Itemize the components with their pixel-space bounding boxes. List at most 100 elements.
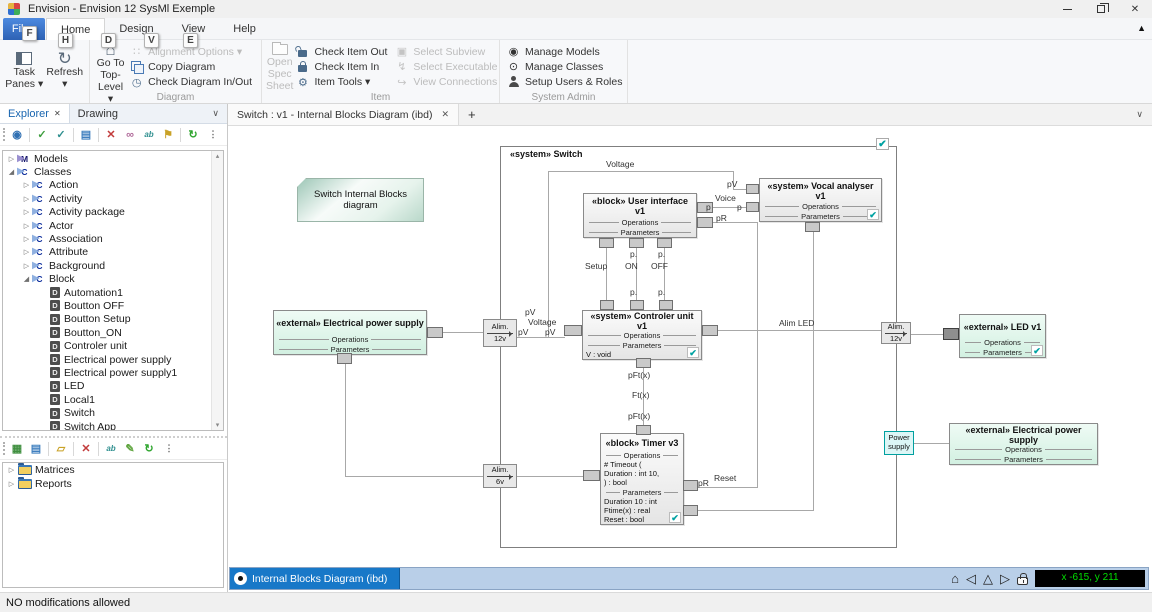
port[interactable]	[583, 470, 600, 481]
connector-line[interactable]	[517, 476, 584, 477]
connector-line[interactable]	[911, 334, 944, 335]
port[interactable]	[337, 353, 352, 364]
tree-item-activity-package[interactable]: ▷CActivity package	[3, 206, 211, 219]
open-icon[interactable]: ▱	[53, 441, 69, 457]
block-user-interface[interactable]: «block» User interface v1OperationsParam…	[583, 193, 697, 238]
lock-icon[interactable]	[1017, 577, 1028, 585]
tab-help[interactable]: Help	[219, 18, 270, 40]
tab-drawing[interactable]: Drawing	[70, 104, 126, 123]
port[interactable]	[702, 325, 718, 336]
tree-item-electrical-power-supply[interactable]: DElectrical power supply	[3, 353, 211, 366]
block-electrical-power-supply-left[interactable]: «external» Electrical power supplyOperat…	[273, 310, 427, 355]
expander-icon[interactable]: ▷	[21, 235, 32, 243]
port[interactable]	[600, 300, 614, 310]
connector-line[interactable]	[813, 232, 814, 511]
more-icon[interactable]: ⋮	[161, 441, 177, 457]
close-button[interactable]: ✕	[1118, 0, 1152, 18]
new-tab-button[interactable]: +	[468, 107, 476, 122]
connector-line[interactable]	[548, 171, 734, 172]
port[interactable]	[805, 222, 820, 232]
close-icon[interactable]: ✕	[441, 109, 449, 120]
delete-icon[interactable]: ✕	[103, 127, 119, 143]
port[interactable]	[657, 238, 672, 248]
tree-item-led[interactable]: DLED	[3, 380, 211, 393]
minimize-button[interactable]	[1050, 0, 1084, 18]
tree-item-electrical-power-supply1[interactable]: DElectrical power supply1	[3, 366, 211, 379]
port[interactable]	[599, 238, 614, 248]
tree-item-boutton-on[interactable]: DBoutton_ON	[3, 326, 211, 339]
tree-item-boutton-setup[interactable]: DBoutton Setup	[3, 313, 211, 326]
tree-item-matrices[interactable]: ▷Matrices	[3, 463, 223, 477]
expander-icon[interactable]: ▷	[21, 222, 32, 230]
expander-icon[interactable]: ◢	[6, 168, 17, 176]
link-icon[interactable]: ∞	[122, 127, 138, 143]
scroll-down-icon[interactable]: ▾	[216, 421, 220, 429]
port[interactable]	[630, 300, 644, 310]
block-vocal-analyser[interactable]: «system» Vocal analyser v1OperationsPara…	[759, 178, 882, 222]
check-diagram-in-out-button[interactable]: ◷ Check Diagram In/Out	[127, 75, 257, 90]
tree-item-controler-unit[interactable]: DControler unit	[3, 339, 211, 352]
tree-scrollbar[interactable]: ▴ ▾	[211, 151, 223, 430]
go-to-top-level-button[interactable]: ⌂ Go To Top-Level ▾	[94, 42, 127, 90]
chevron-down-icon[interactable]: ∨	[1136, 109, 1152, 120]
up-nav-icon[interactable]: △	[983, 572, 993, 585]
connector-line[interactable]	[718, 330, 882, 331]
copy-diagram-button[interactable]: Copy Diagram	[127, 59, 257, 74]
setup-users-roles-button[interactable]: Setup Users & Roles	[504, 75, 627, 90]
tree-item-reports[interactable]: ▷Reports	[3, 477, 223, 491]
connector-line[interactable]	[698, 510, 814, 511]
close-icon[interactable]: ✕	[54, 109, 61, 118]
search-icon[interactable]: ⚑	[160, 127, 176, 143]
edit-icon[interactable]: ✎	[122, 441, 138, 457]
port[interactable]	[629, 238, 644, 248]
port[interactable]	[746, 184, 759, 194]
tab-home[interactable]: Home	[46, 18, 105, 40]
tree-item-switch[interactable]: DSwitch	[3, 406, 211, 419]
tree-item-attribute[interactable]: ▷CAttribute	[3, 246, 211, 259]
rename-icon[interactable]: ab	[141, 127, 157, 143]
tree-item-action[interactable]: ▷CAction	[3, 179, 211, 192]
check-item-out-button[interactable]: Check Item Out	[293, 44, 392, 59]
port[interactable]	[683, 480, 698, 491]
expander-icon[interactable]: ▷	[21, 181, 32, 189]
block-timer[interactable]: «block» Timer v3Operations# Timeout (Dur…	[600, 433, 684, 525]
port[interactable]	[943, 328, 959, 340]
tree-item-classes[interactable]: ◢CClasses	[3, 165, 211, 178]
refresh-icon[interactable]: ↻	[185, 127, 201, 143]
expander-icon[interactable]: ▷	[6, 155, 17, 163]
boundary-port-alim-12v-left[interactable]: Alim.12v	[483, 319, 517, 347]
home-nav-icon[interactable]: ⌂	[951, 572, 959, 585]
tree-item-block[interactable]: ◢CBlock	[3, 273, 211, 286]
tree-item-association[interactable]: ▷CAssociation	[3, 232, 211, 245]
port[interactable]	[697, 217, 713, 228]
connector-line[interactable]	[443, 332, 484, 333]
expander-icon[interactable]: ▷	[21, 195, 32, 203]
more-icon[interactable]: ⋮	[205, 127, 221, 143]
refresh-icon[interactable]: ↻	[141, 441, 157, 457]
spec-sheet-icon[interactable]: ▤	[78, 127, 94, 143]
forward-nav-icon[interactable]: ▷	[1000, 572, 1010, 585]
check-item-in-button[interactable]: Check Item In	[293, 59, 392, 74]
connector-line[interactable]	[733, 189, 747, 190]
tree-item-switch-app[interactable]: DSwitch App	[3, 420, 211, 431]
expander-icon[interactable]: ◢	[21, 275, 32, 283]
diagram-canvas[interactable]: «system» Switch Switch Internal Blocks d…	[228, 126, 1152, 566]
connector-line[interactable]	[345, 476, 484, 477]
model-settings-icon[interactable]: ◉	[9, 127, 25, 143]
connector-line[interactable]	[606, 248, 607, 301]
back-nav-icon[interactable]: ◁	[966, 572, 976, 585]
item-tools-button[interactable]: ⚙ Item Tools ▾	[293, 75, 392, 90]
port[interactable]	[636, 425, 651, 435]
task-panes-button[interactable]: Task Panes ▾	[4, 42, 45, 90]
boundary-port-alim-12v-right[interactable]: Alim.12v	[881, 322, 911, 344]
check-out-icon[interactable]: ✓	[34, 127, 50, 143]
connector-line[interactable]	[517, 337, 565, 338]
check-in-icon[interactable]: ✓	[53, 127, 69, 143]
connector-line[interactable]	[345, 364, 346, 477]
manage-classes-button[interactable]: ⊙ Manage Classes	[504, 59, 627, 74]
expander-icon[interactable]: ▷	[21, 248, 32, 256]
block-controler-unit[interactable]: «system» Controler unit v1OperationsPara…	[582, 310, 702, 360]
expander-icon[interactable]: ▷	[6, 480, 17, 488]
port[interactable]	[636, 358, 651, 368]
block-electrical-power-supply-right[interactable]: «external» Electrical power supplyOperat…	[949, 423, 1098, 465]
